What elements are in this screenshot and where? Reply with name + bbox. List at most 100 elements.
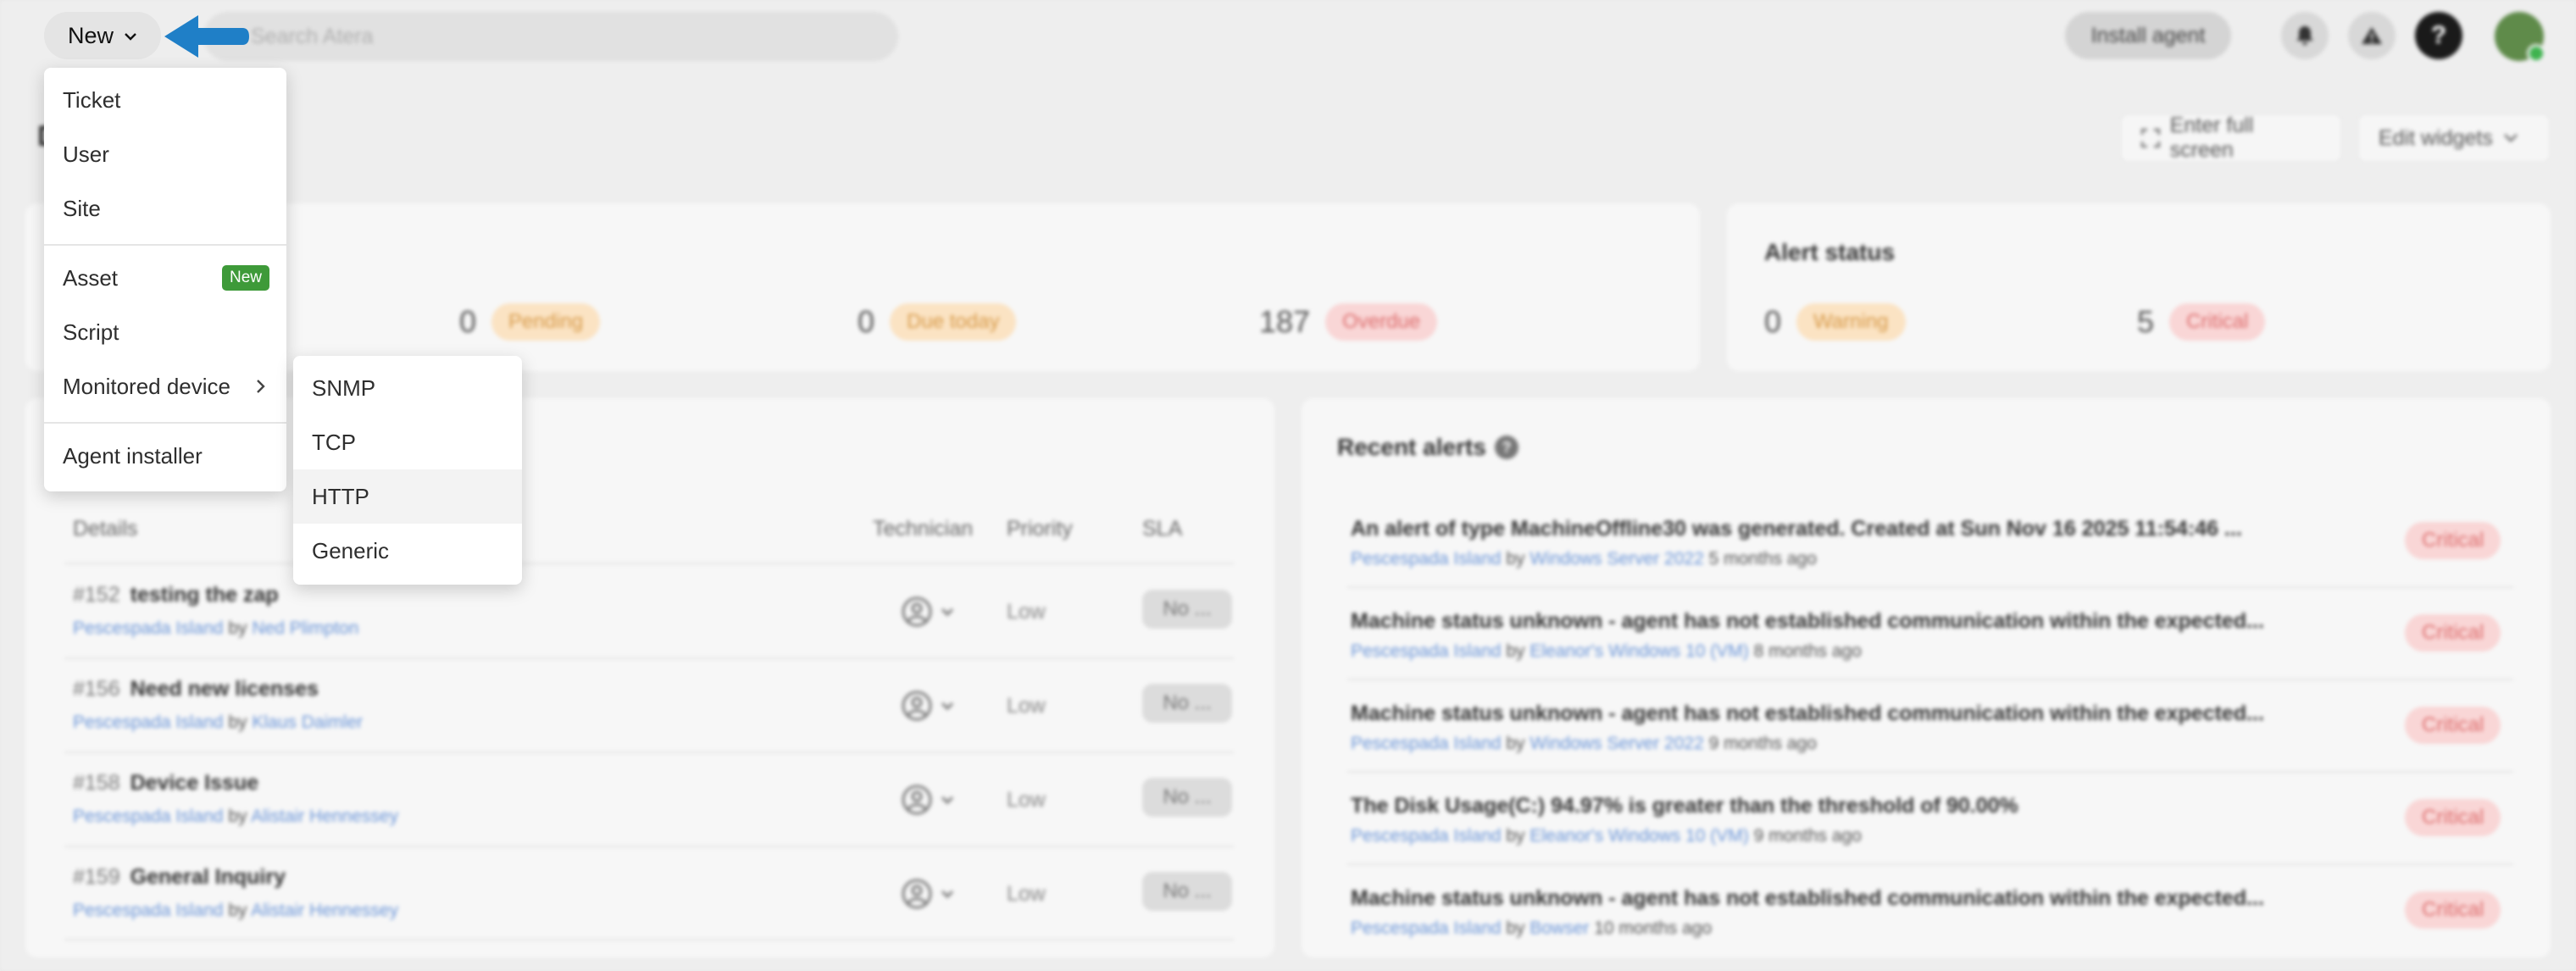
sla-badge: No ... [1142,590,1232,629]
stat-count: 187 [1259,304,1311,339]
submenu-item-snmp[interactable]: SNMP [293,361,522,415]
alert-status-title: Alert status [1764,239,1896,265]
stat-due-today[interactable]: 0 Due today [858,303,1017,341]
info-icon[interactable]: ? [1495,436,1518,459]
list-item[interactable]: An alert of type MachineOffline30 was ge… [1351,495,2517,586]
recent-alerts-title: Recent alerts [1337,434,1486,460]
menu-divider [44,244,286,246]
submenu-item-generic[interactable]: Generic [293,524,522,578]
column-header[interactable]: SLA [1142,517,1182,541]
stat-pending[interactable]: 0 Pending [459,303,601,341]
user-icon[interactable] [900,689,961,723]
new-button-label: New [67,22,114,48]
stat-warning[interactable]: 0 Warning [1764,303,1906,341]
arrow-pointer-icon [164,15,249,58]
full-screen-button[interactable]: Enter full screen [2120,114,2342,163]
severity-badge: Critical [2405,614,2501,652]
stat-count: 0 [858,304,875,339]
ticket-title: #156 Need new licenses [73,677,319,701]
ticket-title: #159 General Inquiry [73,865,286,889]
full-screen-label: Enter full screen [2169,114,2254,162]
install-agent-button[interactable]: Install agent [2065,12,2231,59]
submenu-item-http[interactable]: HTTP [293,469,522,524]
menu-item-monitored-device[interactable]: Monitored device [44,359,286,413]
menu-item-script[interactable]: Script [44,305,286,359]
new-button[interactable]: New [44,12,161,59]
chevron-right-icon [257,380,265,393]
priority-value: Low [1007,882,1046,906]
stat-count: 0 [1764,304,1782,339]
column-header[interactable]: Technician [873,517,973,541]
ticket-title: #152 testing the zap [73,583,279,607]
table-row[interactable]: #156 Need new licenses Pescespada Island … [73,658,1242,752]
avatar[interactable] [2495,12,2545,63]
ticket-meta: Pescespada Island by Klaus Daimler [73,713,364,732]
list-item[interactable]: Machine status unknown - agent has not e… [1351,864,2517,956]
ticket-meta: Pescespada Island by Alistair Hennessey [73,807,399,826]
alert-meta: Pescespada Island by Bowser 10 months ag… [1351,918,1713,938]
ticket-meta: Pescespada Island by Alistair Hennessey [73,901,399,920]
edit-widgets-label: Edit widgets [2379,125,2493,150]
alert-meta: Pescespada Island by Eleanor's Windows 1… [1351,826,1862,846]
sla-badge: No ... [1142,872,1232,911]
menu-item-user[interactable]: User [44,127,286,181]
alert-title: The Disk Usage(C:) 94.97% is greater tha… [1351,794,2018,818]
list-item[interactable]: Machine status unknown - agent has not e… [1351,680,2517,771]
stat-count: 5 [2137,304,2155,339]
user-icon[interactable] [900,595,961,629]
table-row[interactable]: #152 testing the zap Pescespada Island by… [73,564,1242,658]
sla-badge: No ... [1142,778,1232,817]
new-dropdown-menu: Ticket User Site Asset New Script Monito… [44,68,286,491]
expand-icon [2141,129,2160,147]
alert-status-card [1727,203,2551,371]
bell-icon[interactable] [2281,12,2329,59]
monitored-device-submenu: SNMP TCP HTTP Generic [293,356,522,585]
alert-title: Machine status unknown - agent has not e… [1351,886,2264,910]
severity-badge: Critical [2405,522,2501,559]
edit-widgets-button[interactable]: Edit widgets [2357,114,2551,163]
severity-badge: Critical [2405,799,2501,836]
stat-critical[interactable]: 5 Critical [2137,303,2266,341]
column-header[interactable]: Details [73,517,137,541]
list-item[interactable]: The Disk Usage(C:) 94.97% is greater tha… [1351,772,2517,863]
new-badge: New [222,265,269,291]
chevron-down-icon [2503,134,2518,142]
alert-meta: Pescespada Island by Windows Server 2022… [1351,734,1817,753]
status-badge: Warning [1796,303,1906,341]
alert-title: Machine status unknown - agent has not e… [1351,702,2264,725]
divider [64,939,1234,940]
priority-value: Low [1007,694,1046,718]
help-icon[interactable]: ? [2415,12,2462,59]
status-badge: Critical [2169,303,2266,341]
column-header[interactable]: Priority [1007,517,1073,541]
table-row[interactable]: #158 Device Issue Pescespada Island by Al… [73,752,1242,846]
priority-value: Low [1007,788,1046,812]
search-input[interactable]: Search Atera [203,12,898,61]
user-icon[interactable] [900,783,961,817]
alert-meta: Pescespada Island by Eleanor's Windows 1… [1351,641,1862,661]
table-row[interactable]: #159 General Inquiry Pescespada Island by… [73,846,1242,940]
alert-title: An alert of type MachineOffline30 was ge… [1351,517,2242,541]
search-placeholder: Search Atera [251,24,374,48]
severity-badge: Critical [2405,707,2501,744]
stat-overdue[interactable]: 187 Overdue [1259,303,1438,341]
alert-meta: Pescespada Island by Windows Server 2022… [1351,549,1817,569]
submenu-item-tcp[interactable]: TCP [293,415,522,469]
status-badge: Due today [890,303,1017,341]
ticket-title: #158 Device Issue [73,771,259,795]
priority-value: Low [1007,600,1046,624]
sla-badge: No ... [1142,684,1232,723]
list-item[interactable]: Machine status unknown - agent has not e… [1351,587,2517,679]
alert-title: Machine status unknown - agent has not e… [1351,609,2264,633]
menu-divider [44,422,286,424]
menu-item-site[interactable]: Site [44,181,286,236]
menu-item-asset[interactable]: Asset New [44,251,286,305]
status-badge: Overdue [1325,303,1438,341]
ticket-meta: Pescespada Island by Ned Plimpton [73,619,359,638]
warning-icon[interactable] [2348,12,2396,59]
menu-item-agent-installer[interactable]: Agent installer [44,429,286,483]
menu-item-ticket[interactable]: Ticket [44,73,286,127]
user-icon[interactable] [900,877,961,911]
chevron-down-icon [125,32,136,41]
severity-badge: Critical [2405,891,2501,929]
